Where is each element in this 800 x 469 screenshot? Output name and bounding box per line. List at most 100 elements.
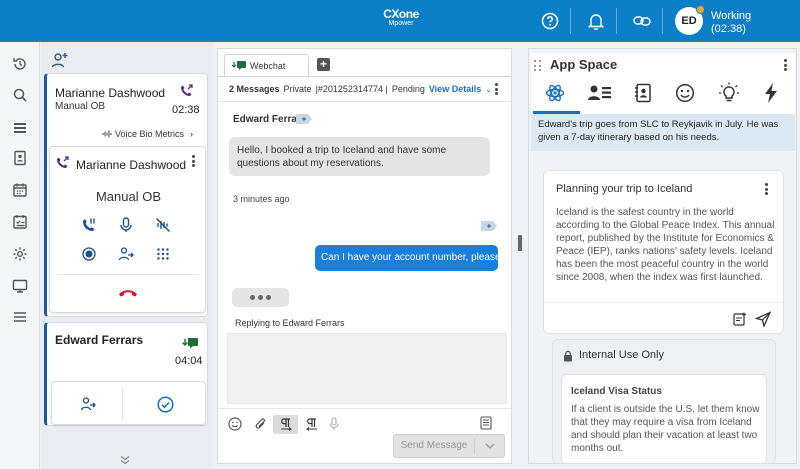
tab-actions[interactable] bbox=[758, 80, 784, 106]
add-tab-button[interactable]: + bbox=[317, 58, 330, 71]
chevron-down-icon[interactable]: ⌄ bbox=[485, 85, 492, 94]
chat-inbound-icon bbox=[181, 337, 199, 354]
outbound-call-icon bbox=[179, 84, 195, 101]
bell-icon[interactable] bbox=[585, 10, 607, 32]
status-timer: (02:38) bbox=[711, 23, 746, 35]
smiley-icon bbox=[675, 83, 695, 103]
internal-use-label: Internal Use Only bbox=[579, 349, 664, 361]
address-book-icon bbox=[635, 83, 651, 103]
avatar[interactable]: ED bbox=[675, 5, 705, 35]
tab-webchat[interactable]: Webchat bbox=[224, 54, 309, 76]
outgoing-message: Can I have your account number, please? bbox=[315, 245, 506, 271]
chevron-double-down-icon[interactable] bbox=[119, 455, 131, 468]
text-direction-ltr-icon[interactable] bbox=[273, 415, 298, 434]
send-icon[interactable] bbox=[754, 310, 772, 328]
emoji-icon[interactable] bbox=[227, 416, 243, 432]
microphone-icon[interactable] bbox=[116, 215, 136, 235]
more-vertical-icon[interactable] bbox=[763, 182, 769, 196]
chevron-right-icon: › bbox=[190, 129, 194, 139]
case-id: |#201252314774 | bbox=[315, 84, 388, 94]
text-direction-rtl-icon[interactable] bbox=[304, 416, 320, 432]
queue-icon[interactable] bbox=[10, 117, 30, 137]
visa-status-title: Iceland Visa Status bbox=[571, 386, 662, 397]
settings-icon[interactable] bbox=[10, 244, 30, 264]
history-icon[interactable] bbox=[10, 54, 30, 74]
internal-use-card: Internal Use Only Iceland Visa Status If… bbox=[552, 339, 776, 464]
send-message-button[interactable]: Send Message bbox=[394, 435, 474, 457]
logo-line2: Mpower bbox=[388, 20, 414, 27]
view-details-link[interactable]: View Details bbox=[429, 84, 481, 94]
chat-contact-name: Edward Ferrars bbox=[55, 333, 144, 347]
outbound-call-icon bbox=[55, 156, 71, 173]
contact-card-icon bbox=[588, 85, 611, 100]
panel-resize-handle[interactable] bbox=[518, 235, 522, 251]
status-dot bbox=[696, 5, 705, 14]
voice-bio-label: Voice Bio Metrics bbox=[115, 129, 185, 139]
schedule-icon[interactable] bbox=[10, 212, 30, 232]
link-icon[interactable] bbox=[631, 10, 653, 32]
call-mode: Manual OB bbox=[95, 189, 162, 204]
logo-line1: CXone bbox=[383, 7, 419, 21]
visa-status-body: If a client is outside the U.S. let them… bbox=[571, 404, 760, 454]
call-type: Manual OB bbox=[55, 101, 106, 112]
microphone-icon[interactable] bbox=[327, 416, 341, 432]
insert-note-icon[interactable] bbox=[732, 311, 748, 327]
tab-webchat-label: Webchat bbox=[250, 60, 286, 71]
privacy-label: Private bbox=[283, 84, 312, 94]
more-vertical-icon[interactable] bbox=[782, 58, 788, 72]
voice-bio-metrics-link[interactable]: Voice Bio Metrics › bbox=[102, 129, 193, 139]
send-options-chevron-icon[interactable] bbox=[476, 435, 504, 457]
calendar-icon[interactable] bbox=[10, 180, 30, 200]
more-vertical-icon[interactable] bbox=[493, 82, 499, 96]
atom-icon bbox=[545, 84, 565, 102]
message-timestamp: 3 minutes ago bbox=[233, 194, 290, 204]
hold-call-icon[interactable] bbox=[79, 215, 99, 235]
agent-status[interactable]: Working (02:38) bbox=[711, 10, 751, 36]
tab-customer-card[interactable] bbox=[587, 80, 613, 106]
left-nav bbox=[0, 42, 40, 469]
call-controls-name: Marianne Dashwood bbox=[76, 158, 187, 172]
mute-recording-icon[interactable] bbox=[153, 215, 173, 235]
attachment-icon[interactable] bbox=[253, 416, 269, 432]
address-book-icon[interactable] bbox=[10, 148, 30, 168]
planning-card-body: Iceland is the safest country in the wor… bbox=[556, 207, 775, 283]
tab-contacts[interactable] bbox=[630, 80, 656, 106]
document-list-icon[interactable] bbox=[478, 415, 494, 431]
planning-card: Planning your trip to Iceland Iceland is… bbox=[543, 170, 784, 334]
menu-icon[interactable] bbox=[10, 307, 30, 327]
send-message-group: Send Message bbox=[393, 434, 505, 458]
status-label: Working bbox=[711, 10, 752, 22]
monitor-icon[interactable] bbox=[10, 276, 30, 296]
app-space-title: App Space bbox=[550, 57, 618, 72]
complete-check-icon[interactable] bbox=[155, 394, 175, 414]
channel-tag-icon bbox=[481, 221, 497, 234]
caller-name: Marianne Dashwood bbox=[55, 86, 166, 100]
transfer-icon[interactable] bbox=[116, 244, 136, 264]
reply-input[interactable] bbox=[227, 333, 507, 404]
tab-copilot[interactable] bbox=[542, 80, 568, 106]
tab-insights[interactable] bbox=[716, 80, 742, 106]
top-bar: CXone Mpower ED Working (02:38) bbox=[0, 0, 800, 42]
visa-status-card: Iceland Visa Status If a client is outsi… bbox=[561, 374, 767, 464]
lightning-icon bbox=[765, 83, 777, 103]
call-controls-card: Marianne Dashwood Manual OB bbox=[49, 146, 206, 313]
lock-icon bbox=[563, 350, 573, 365]
avatar-initials: ED bbox=[681, 15, 697, 27]
transfer-icon[interactable] bbox=[78, 394, 98, 414]
add-contact-icon[interactable] bbox=[51, 51, 71, 71]
keypad-icon[interactable] bbox=[153, 244, 173, 264]
tab-sentiment[interactable] bbox=[672, 80, 698, 106]
search-icon[interactable] bbox=[10, 85, 30, 105]
waveform-icon bbox=[102, 130, 112, 138]
cxone-logo: CXone Mpower bbox=[381, 8, 421, 27]
chat-contact-actions bbox=[51, 381, 206, 425]
status-label: Pending bbox=[391, 84, 425, 94]
message-count: 2 Messages bbox=[229, 84, 280, 94]
record-icon[interactable] bbox=[79, 244, 99, 264]
lightbulb-icon bbox=[719, 82, 739, 102]
drag-handle-icon[interactable] bbox=[534, 60, 542, 72]
hang-up-icon[interactable] bbox=[116, 283, 140, 303]
help-icon[interactable] bbox=[539, 10, 561, 32]
more-vertical-icon[interactable] bbox=[188, 153, 198, 169]
chat-contact-timer: 04:04 bbox=[175, 355, 203, 367]
